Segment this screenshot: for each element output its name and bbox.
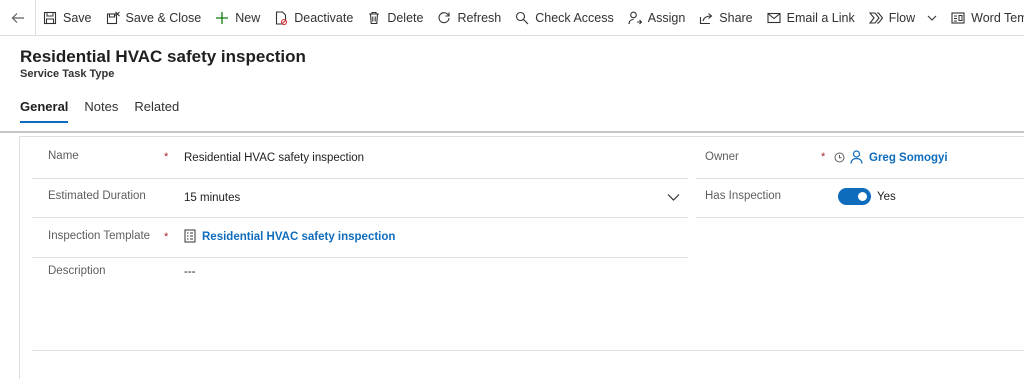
name-required-marker: *	[164, 151, 169, 163]
share-label: Share	[719, 10, 753, 25]
deactivate-label: Deactivate	[294, 10, 354, 25]
delete-button[interactable]: Delete	[360, 0, 430, 35]
word-templates-icon	[951, 11, 965, 24]
inspection-template-label: Inspection Template	[48, 230, 151, 242]
description-field[interactable]: ---	[184, 266, 196, 278]
has-inspection-toggle[interactable]	[838, 188, 871, 205]
deactivate-button[interactable]: Deactivate	[267, 0, 360, 35]
name-label: Name	[48, 150, 79, 162]
plus-icon	[216, 11, 229, 24]
command-bar: Save Save & Close New Deactivate Delete …	[0, 0, 1024, 36]
delete-label: Delete	[387, 10, 424, 25]
assign-button[interactable]: Assign	[621, 0, 693, 35]
flow-button[interactable]: Flow	[862, 0, 944, 35]
share-icon	[700, 12, 713, 24]
save-close-label: Save & Close	[125, 10, 202, 25]
row-divider	[696, 178, 1024, 179]
save-close-icon	[106, 11, 120, 24]
owner-link[interactable]: Greg Somogyi	[869, 152, 948, 164]
has-inspection-value: Yes	[877, 191, 896, 203]
owner-label: Owner	[705, 151, 739, 163]
estimated-duration-label: Estimated Duration	[48, 190, 146, 202]
flow-icon	[868, 11, 883, 24]
save-icon	[43, 11, 57, 24]
new-label: New	[235, 10, 261, 25]
inspection-template-link[interactable]: Residential HVAC safety inspection	[202, 231, 395, 243]
save-label: Save	[63, 10, 92, 25]
page-title: Residential HVAC safety inspection	[20, 47, 306, 66]
name-field[interactable]: Residential HVAC safety inspection	[184, 152, 364, 164]
chevron-down-icon[interactable]	[667, 192, 680, 202]
word-templates-button[interactable]: Word Templates	[944, 0, 1024, 35]
flow-label: Flow	[888, 10, 916, 25]
tab-notes[interactable]: Notes	[84, 99, 118, 121]
assign-label: Assign	[647, 10, 686, 25]
refresh-label: Refresh	[457, 10, 502, 25]
entity-subtitle: Service Task Type	[20, 68, 115, 80]
row-divider	[32, 350, 1024, 351]
back-button[interactable]	[0, 0, 36, 35]
refresh-icon	[438, 11, 451, 23]
header-divider	[0, 131, 1024, 133]
save-button[interactable]: Save	[36, 0, 99, 35]
back-arrow-icon	[11, 12, 24, 23]
deactivate-icon	[276, 10, 288, 25]
clock-icon	[834, 152, 845, 163]
row-divider	[32, 257, 688, 258]
has-inspection-label: Has Inspection	[705, 190, 782, 202]
tab-related[interactable]: Related	[134, 99, 179, 121]
word-templates-label: Word Templates	[971, 10, 1024, 25]
row-divider	[32, 217, 688, 218]
email-link-icon	[767, 12, 781, 23]
email-link-label: Email a Link	[786, 10, 855, 25]
description-label: Description	[48, 265, 106, 277]
trash-icon	[369, 11, 380, 24]
estimated-duration-select[interactable]: 15 minutes	[184, 192, 240, 204]
new-button[interactable]: New	[208, 0, 267, 35]
row-divider	[696, 217, 1024, 218]
refresh-button[interactable]: Refresh	[430, 0, 508, 35]
row-divider	[32, 178, 688, 179]
check-access-button[interactable]: Check Access	[508, 0, 621, 35]
chevron-down-icon	[927, 15, 937, 21]
check-access-label: Check Access	[535, 10, 614, 25]
user-icon	[850, 150, 863, 164]
owner-required-marker: *	[821, 151, 826, 163]
check-access-icon	[516, 11, 529, 24]
save-close-button[interactable]: Save & Close	[99, 0, 209, 35]
share-button[interactable]: Share	[692, 0, 759, 35]
assign-icon	[628, 11, 642, 24]
inspection-template-required-marker: *	[164, 231, 169, 243]
tab-general[interactable]: General	[20, 99, 69, 123]
inspection-template-icon	[184, 229, 196, 243]
tab-list: General Notes Related	[20, 99, 195, 123]
email-link-button[interactable]: Email a Link	[760, 0, 862, 35]
